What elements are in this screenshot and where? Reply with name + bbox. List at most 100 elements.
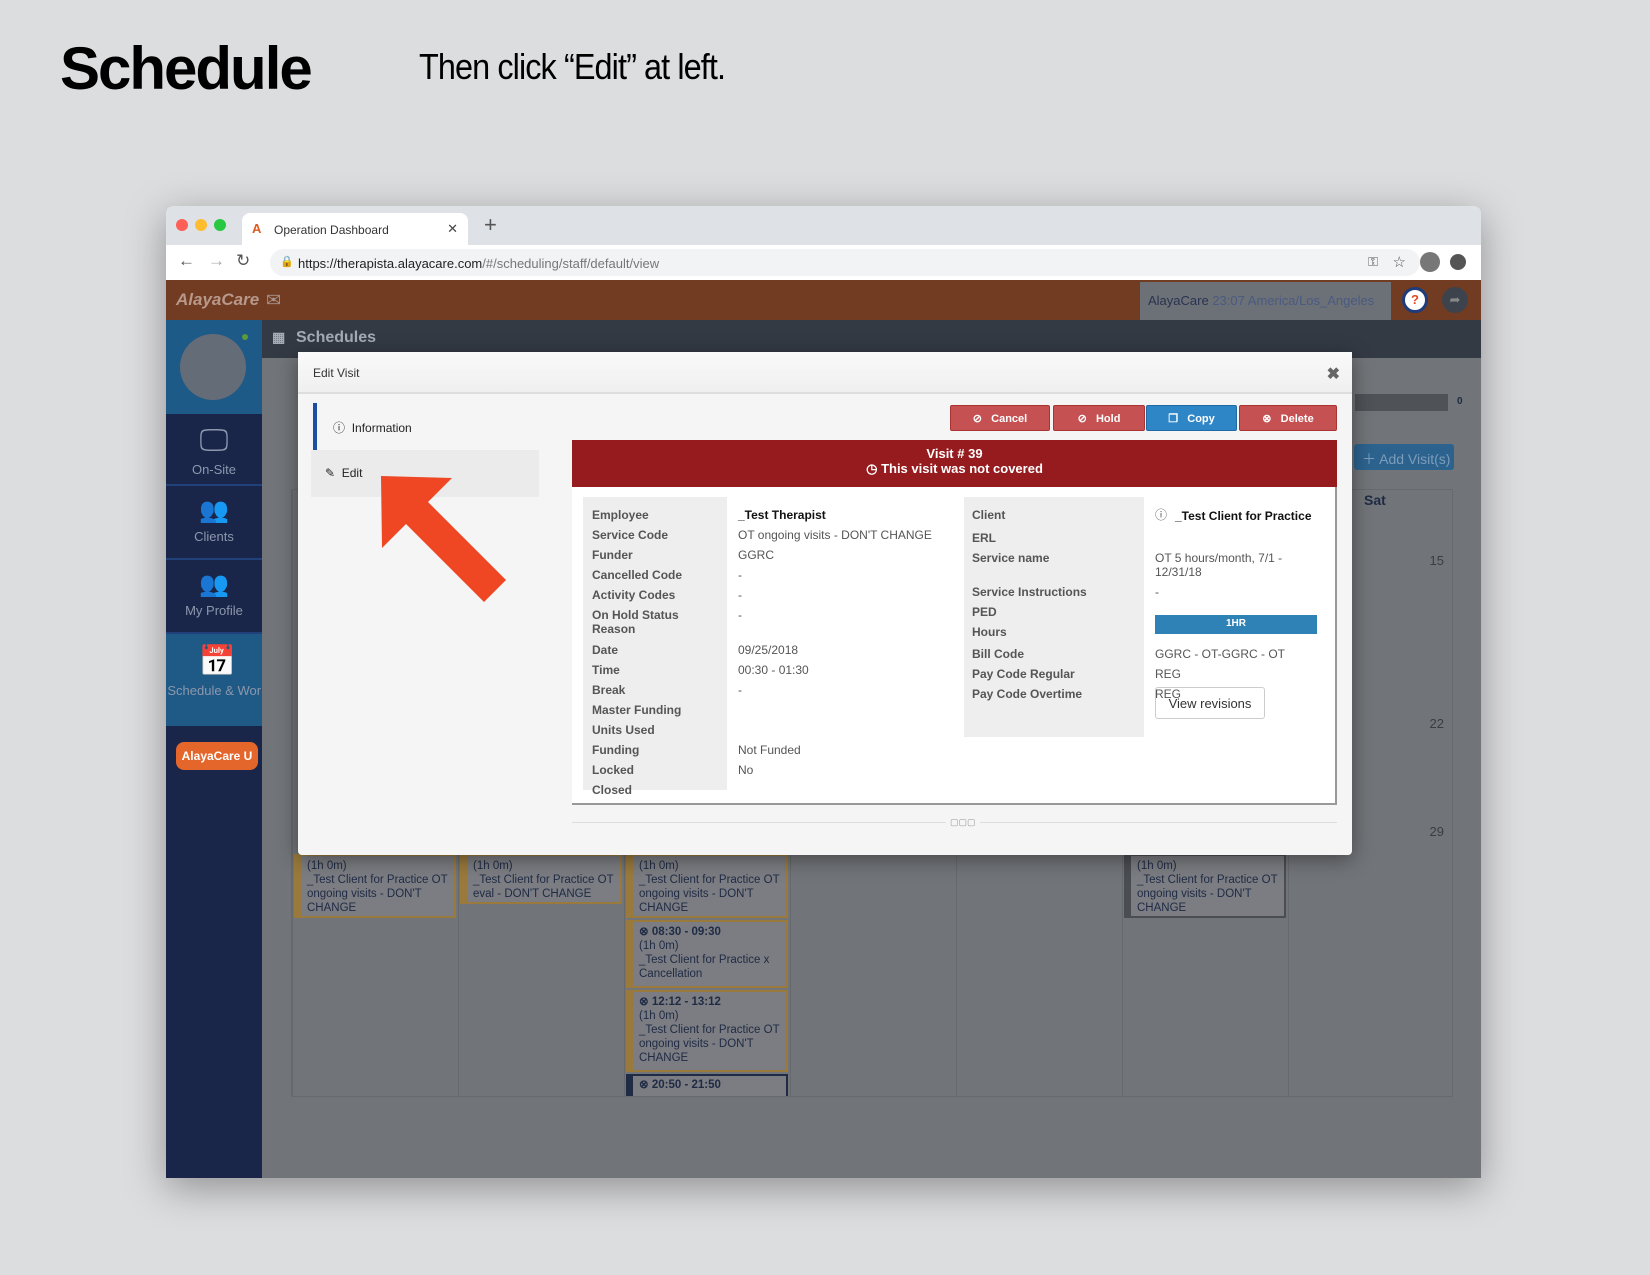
hold-button[interactable]: ⊘ Hold xyxy=(1053,405,1145,431)
sidebar-label: My Profile xyxy=(185,603,243,618)
sidebar-item-on-site[interactable]: 🖵 On-Site xyxy=(166,414,262,486)
date-label: 29 xyxy=(1429,824,1444,839)
mail-icon[interactable]: ✉ xyxy=(266,290,281,311)
sidebar-item-schedule-work[interactable]: 📅 Schedule & Work xyxy=(166,634,269,726)
sidebar-item-my-profile[interactable]: 👥 My Profile xyxy=(166,560,262,634)
org-name: AlayaCare xyxy=(1148,293,1209,308)
event-text: _Test Client for Practice OT ongoing vis… xyxy=(639,874,780,914)
avatar-section xyxy=(166,320,262,414)
modal-header: Edit Visit ✖ xyxy=(298,352,1352,394)
url-input[interactable]: 🔒 https://therapista.alayacare.com/#/sch… xyxy=(270,249,1420,276)
page-heading: Schedule xyxy=(60,35,313,102)
new-tab-button[interactable]: + xyxy=(484,212,497,238)
field-label: ERL xyxy=(972,531,996,545)
browser-tab[interactable]: A Operation Dashboard ✕ xyxy=(242,213,468,245)
event-text: _Test Client for Practice OT ongoing vis… xyxy=(1137,874,1278,914)
logout-icon[interactable]: ➦ xyxy=(1442,287,1468,313)
add-visits-button[interactable]: ＋ Add Visit(s) xyxy=(1354,444,1454,470)
close-icon[interactable]: ✖ xyxy=(1327,364,1340,384)
url-path: /#/scheduling/staff/default/view xyxy=(482,256,660,271)
calendar-event[interactable]: (1h 0m) _Test Client for Practice OT eval… xyxy=(460,854,622,904)
delete-button[interactable]: ⊗ Delete xyxy=(1239,405,1337,431)
profile-avatar[interactable] xyxy=(1420,252,1440,272)
minimize-window-button[interactable] xyxy=(195,219,207,231)
copy-button[interactable]: ❐ Copy xyxy=(1146,405,1237,431)
field-label: Service Code xyxy=(592,528,669,542)
help-icon[interactable]: ? xyxy=(1402,287,1428,313)
user-time-info: AlayaCare 23:07 America/Los_Angeles xyxy=(1140,282,1391,320)
field-label: Funding xyxy=(592,743,640,757)
event-time: ⊗ 20:50 - 21:50 xyxy=(639,1079,721,1091)
field-label: Hours xyxy=(972,625,1007,639)
forward-icon[interactable]: → xyxy=(208,251,225,271)
close-tab-icon[interactable]: ✕ xyxy=(447,221,458,237)
hours-badge: 1HR xyxy=(1155,615,1317,634)
alayacare-u-button[interactable]: AlayaCare U xyxy=(176,742,258,770)
info-icon[interactable]: ⓘ xyxy=(1155,508,1167,522)
reload-icon[interactable]: ↻ xyxy=(236,251,250,271)
field-label: Units Used xyxy=(592,723,655,737)
event-duration: (1h 0m) xyxy=(639,940,679,952)
field-label: Service name xyxy=(972,551,1050,565)
key-icon[interactable]: ⚿ xyxy=(1368,254,1378,270)
field-value: - xyxy=(738,568,742,582)
visit-status: This visit was not covered xyxy=(881,461,1043,476)
visit-banner: Visit # 39 ◷ This visit was not covered xyxy=(572,440,1337,487)
field-label: Closed xyxy=(592,783,633,797)
progress-bar xyxy=(1355,394,1448,411)
back-icon[interactable]: ← xyxy=(178,251,195,271)
cancel-button[interactable]: ⊘ Cancel xyxy=(950,405,1050,431)
progress-count: 0 xyxy=(1457,396,1463,407)
monitor-icon: 🖵 xyxy=(199,424,229,457)
red-arrow-annotation xyxy=(381,476,506,602)
field-value: _Test Client for Practice xyxy=(1175,509,1312,523)
extension-icon[interactable] xyxy=(1450,254,1466,270)
field-value: GGRC - OT-GGRC - OT xyxy=(1155,647,1285,661)
event-text: _Test Client for Practice OT ongoing vis… xyxy=(639,1024,780,1064)
close-circle-icon: ⊗ xyxy=(1262,413,1272,425)
event-duration: (1h 0m) xyxy=(639,860,679,872)
online-status-icon xyxy=(242,334,248,340)
field-label: Client xyxy=(972,508,1006,522)
favicon-icon: A xyxy=(252,221,262,236)
field-value: OT 5 hours/month, 7/1 - 12/31/18 xyxy=(1155,551,1283,579)
calendar-event[interactable]: (1h 0m) _Test Client for Practice OT ongo… xyxy=(626,854,788,918)
sidebar-item-clients[interactable]: 👥 Clients xyxy=(166,486,262,560)
avatar[interactable] xyxy=(180,334,246,400)
view-revisions-button[interactable]: View revisions xyxy=(1155,687,1265,719)
alayacare-logo[interactable]: AlayaCare xyxy=(176,290,259,310)
calendar-event[interactable]: ⊗ 12:12 - 13:12 (1h 0m) _Test Client for P… xyxy=(626,990,788,1072)
browser-window: A Operation Dashboard ✕ + ← → ↻ 🔒 https:… xyxy=(166,206,1481,1178)
tab-title: Operation Dashboard xyxy=(274,223,389,237)
nav-information[interactable]: ⓘ Information xyxy=(313,403,539,450)
date-label: 15 xyxy=(1429,553,1444,568)
tab-bar: A Operation Dashboard ✕ + xyxy=(166,206,1481,245)
calendar-event[interactable]: ⊗ 08:30 - 09:30 (1h 0m) _Test Client for P… xyxy=(626,920,788,988)
instruction-text: Then click “Edit” at left. xyxy=(419,46,726,87)
field-value: _Test Therapist xyxy=(738,508,826,522)
copy-icon: ❐ xyxy=(1168,413,1179,425)
info-icon: ⓘ xyxy=(333,421,346,435)
calendar-event[interactable]: ⊗ 20:50 - 21:50 xyxy=(626,1074,788,1096)
maximize-window-button[interactable] xyxy=(214,219,226,231)
field-label: Locked xyxy=(592,763,635,777)
field-label: Activity Codes xyxy=(592,588,676,602)
field-value: GGRC xyxy=(738,548,774,562)
team-icon: 👥 xyxy=(199,571,229,598)
app-header: AlayaCare ✉ AlayaCare 23:07 America/Los_… xyxy=(166,280,1481,320)
event-text: _Test Client for Practice x Cancellation xyxy=(639,954,770,980)
nav-label: Edit xyxy=(341,466,363,480)
field-label: Master Funding xyxy=(592,703,682,717)
resize-grip-icon[interactable]: ▢▢▢ xyxy=(946,817,980,828)
field-value: No xyxy=(738,763,754,777)
ban-icon: ⊘ xyxy=(1077,413,1087,425)
visit-details-card: Employee _Test Therapist Service Code OT on… xyxy=(572,487,1337,805)
field-value: REG xyxy=(1155,667,1182,681)
calendar-event[interactable]: (1h 0m) _Test Client for Practice OT ongo… xyxy=(1124,854,1286,918)
star-icon[interactable]: ☆ xyxy=(1393,253,1406,271)
field-label: Time xyxy=(592,663,620,677)
section-title: Schedules xyxy=(296,329,377,346)
calendar-event[interactable]: (1h 0m) _Test Client for Practice OT ongo… xyxy=(294,854,456,918)
sidebar-label: Clients xyxy=(194,529,234,544)
close-window-button[interactable] xyxy=(176,219,188,231)
